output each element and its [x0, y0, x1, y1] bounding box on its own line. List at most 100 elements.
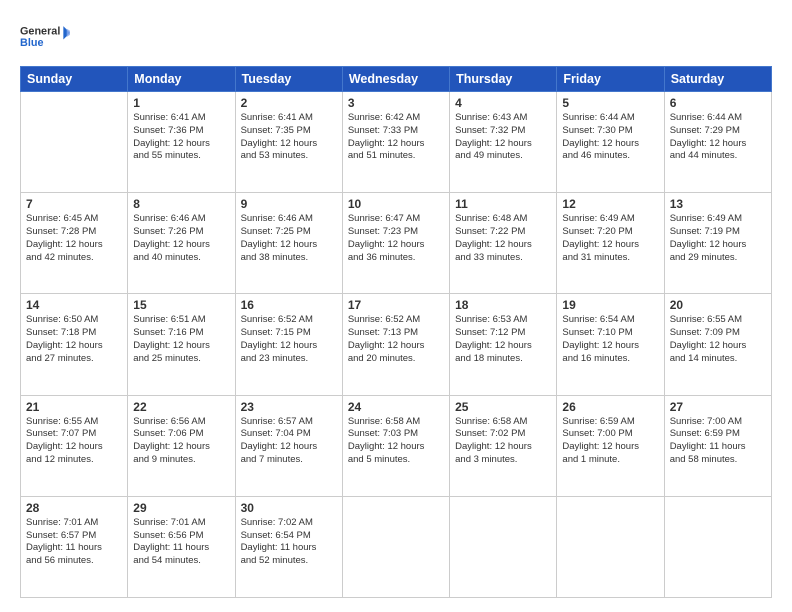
- logo-icon: General Blue: [20, 18, 70, 56]
- day-number: 13: [670, 197, 766, 211]
- calendar-cell: [557, 496, 664, 597]
- day-number: 24: [348, 400, 444, 414]
- calendar-cell: 23Sunrise: 6:57 AMSunset: 7:04 PMDayligh…: [235, 395, 342, 496]
- cell-info: Sunrise: 6:49 AMSunset: 7:20 PMDaylight:…: [562, 213, 658, 264]
- cell-info: Sunrise: 6:46 AMSunset: 7:26 PMDaylight:…: [133, 213, 229, 264]
- calendar-cell: 30 Sunrise: 7:02 AMSunset: 6:54 PMDayligh…: [235, 496, 342, 597]
- day-number: 15: [133, 298, 229, 312]
- cell-info: Sunrise: 6:54 AMSunset: 7:10 PMDaylight:…: [562, 314, 658, 365]
- calendar-cell: 8Sunrise: 6:46 AMSunset: 7:26 PMDaylight…: [128, 193, 235, 294]
- cell-info: Sunrise: 6:46 AMSunset: 7:25 PMDaylight:…: [241, 213, 337, 264]
- calendar-cell: 22 Sunrise: 6:56 AMSunset: 7:06 PMDayligh…: [128, 395, 235, 496]
- day-header-sunday: Sunday: [21, 67, 128, 92]
- calendar-cell: 14 Sunrise: 6:50 AMSunset: 7:18 PMDayligh…: [21, 294, 128, 395]
- cell-info: Sunrise: 6:41 AMSunset: 7:35 PMDaylight:…: [241, 112, 337, 163]
- day-number: 21: [26, 400, 122, 414]
- cell-info: Sunrise: 6:47 AMSunset: 7:23 PMDaylight:…: [348, 213, 444, 264]
- calendar-cell: [342, 496, 449, 597]
- cell-info: Sunrise: 6:49 AMSunset: 7:19 PMDaylight:…: [670, 213, 766, 264]
- calendar-week-1: 1 Sunrise: 6:41 AMSunset: 7:36 PMDaylight…: [21, 92, 772, 193]
- svg-text:Blue: Blue: [20, 37, 43, 49]
- calendar-cell: 13 Sunrise: 6:49 AMSunset: 7:19 PMDayligh…: [664, 193, 771, 294]
- day-number: 7: [26, 197, 122, 211]
- day-number: 26: [562, 400, 658, 414]
- cell-info: Sunrise: 6:41 AMSunset: 7:36 PMDaylight:…: [133, 112, 229, 163]
- day-number: 18: [455, 298, 551, 312]
- calendar-cell: 20 Sunrise: 6:55 AMSunset: 7:09 PMDayligh…: [664, 294, 771, 395]
- cell-info: Sunrise: 7:00 AMSunset: 6:59 PMDaylight:…: [670, 416, 766, 467]
- day-header-wednesday: Wednesday: [342, 67, 449, 92]
- calendar-cell: 10Sunrise: 6:47 AMSunset: 7:23 PMDayligh…: [342, 193, 449, 294]
- calendar-cell: 17 Sunrise: 6:52 AMSunset: 7:13 PMDayligh…: [342, 294, 449, 395]
- day-number: 6: [670, 96, 766, 110]
- day-number: 25: [455, 400, 551, 414]
- calendar-cell: 3 Sunrise: 6:42 AMSunset: 7:33 PMDaylight…: [342, 92, 449, 193]
- day-number: 1: [133, 96, 229, 110]
- cell-info: Sunrise: 6:53 AMSunset: 7:12 PMDaylight:…: [455, 314, 551, 365]
- day-header-friday: Friday: [557, 67, 664, 92]
- day-number: 2: [241, 96, 337, 110]
- day-header-monday: Monday: [128, 67, 235, 92]
- calendar-header-row: SundayMondayTuesdayWednesdayThursdayFrid…: [21, 67, 772, 92]
- day-number: 27: [670, 400, 766, 414]
- cell-info: Sunrise: 6:48 AMSunset: 7:22 PMDaylight:…: [455, 213, 551, 264]
- cell-info: Sunrise: 6:43 AMSunset: 7:32 PMDaylight:…: [455, 112, 551, 163]
- calendar-cell: 29 Sunrise: 7:01 AMSunset: 6:56 PMDayligh…: [128, 496, 235, 597]
- cell-info: Sunrise: 7:02 AMSunset: 6:54 PMDaylight:…: [241, 517, 337, 568]
- calendar-week-2: 7 Sunrise: 6:45 AMSunset: 7:28 PMDaylight…: [21, 193, 772, 294]
- cell-info: Sunrise: 6:55 AMSunset: 7:07 PMDaylight:…: [26, 416, 122, 467]
- calendar-cell: 15 Sunrise: 6:51 AMSunset: 7:16 PMDayligh…: [128, 294, 235, 395]
- day-number: 29: [133, 501, 229, 515]
- calendar-cell: 21 Sunrise: 6:55 AMSunset: 7:07 PMDayligh…: [21, 395, 128, 496]
- calendar-cell: 25 Sunrise: 6:58 AMSunset: 7:02 PMDayligh…: [450, 395, 557, 496]
- day-number: 23: [241, 400, 337, 414]
- cell-info: Sunrise: 6:58 AMSunset: 7:03 PMDaylight:…: [348, 416, 444, 467]
- cell-info: Sunrise: 7:01 AMSunset: 6:56 PMDaylight:…: [133, 517, 229, 568]
- day-number: 30: [241, 501, 337, 515]
- day-number: 17: [348, 298, 444, 312]
- day-number: 14: [26, 298, 122, 312]
- cell-info: Sunrise: 6:45 AMSunset: 7:28 PMDaylight:…: [26, 213, 122, 264]
- day-number: 11: [455, 197, 551, 211]
- day-number: 20: [670, 298, 766, 312]
- calendar-cell: [21, 92, 128, 193]
- day-number: 22: [133, 400, 229, 414]
- cell-info: Sunrise: 6:44 AMSunset: 7:30 PMDaylight:…: [562, 112, 658, 163]
- calendar-cell: [664, 496, 771, 597]
- calendar-cell: 5 Sunrise: 6:44 AMSunset: 7:30 PMDaylight…: [557, 92, 664, 193]
- calendar-cell: 1 Sunrise: 6:41 AMSunset: 7:36 PMDaylight…: [128, 92, 235, 193]
- calendar-cell: 2 Sunrise: 6:41 AMSunset: 7:35 PMDaylight…: [235, 92, 342, 193]
- cell-info: Sunrise: 6:42 AMSunset: 7:33 PMDaylight:…: [348, 112, 444, 163]
- day-number: 16: [241, 298, 337, 312]
- day-number: 12: [562, 197, 658, 211]
- calendar-week-4: 21 Sunrise: 6:55 AMSunset: 7:07 PMDayligh…: [21, 395, 772, 496]
- calendar-cell: 26 Sunrise: 6:59 AMSunset: 7:00 PMDayligh…: [557, 395, 664, 496]
- calendar-cell: 18 Sunrise: 6:53 AMSunset: 7:12 PMDayligh…: [450, 294, 557, 395]
- calendar-week-5: 28Sunrise: 7:01 AMSunset: 6:57 PMDayligh…: [21, 496, 772, 597]
- calendar-table: SundayMondayTuesdayWednesdayThursdayFrid…: [20, 66, 772, 598]
- day-number: 28: [26, 501, 122, 515]
- calendar-cell: 16 Sunrise: 6:52 AMSunset: 7:15 PMDayligh…: [235, 294, 342, 395]
- day-number: 3: [348, 96, 444, 110]
- calendar-cell: [450, 496, 557, 597]
- svg-text:General: General: [20, 26, 60, 38]
- cell-info: Sunrise: 6:56 AMSunset: 7:06 PMDaylight:…: [133, 416, 229, 467]
- cell-info: Sunrise: 6:44 AMSunset: 7:29 PMDaylight:…: [670, 112, 766, 163]
- day-number: 5: [562, 96, 658, 110]
- cell-info: Sunrise: 6:52 AMSunset: 7:13 PMDaylight:…: [348, 314, 444, 365]
- cell-info: Sunrise: 6:51 AMSunset: 7:16 PMDaylight:…: [133, 314, 229, 365]
- day-header-saturday: Saturday: [664, 67, 771, 92]
- calendar-cell: 4 Sunrise: 6:43 AMSunset: 7:32 PMDaylight…: [450, 92, 557, 193]
- day-number: 9: [241, 197, 337, 211]
- calendar-week-3: 14 Sunrise: 6:50 AMSunset: 7:18 PMDayligh…: [21, 294, 772, 395]
- cell-info: Sunrise: 6:52 AMSunset: 7:15 PMDaylight:…: [241, 314, 337, 365]
- cell-info: Sunrise: 6:58 AMSunset: 7:02 PMDaylight:…: [455, 416, 551, 467]
- day-number: 19: [562, 298, 658, 312]
- header: General Blue: [20, 18, 772, 56]
- cell-info: Sunrise: 6:59 AMSunset: 7:00 PMDaylight:…: [562, 416, 658, 467]
- cell-info: Sunrise: 6:55 AMSunset: 7:09 PMDaylight:…: [670, 314, 766, 365]
- calendar-cell: 7 Sunrise: 6:45 AMSunset: 7:28 PMDaylight…: [21, 193, 128, 294]
- day-number: 4: [455, 96, 551, 110]
- cell-info: Sunrise: 6:50 AMSunset: 7:18 PMDaylight:…: [26, 314, 122, 365]
- calendar-cell: 27 Sunrise: 7:00 AMSunset: 6:59 PMDayligh…: [664, 395, 771, 496]
